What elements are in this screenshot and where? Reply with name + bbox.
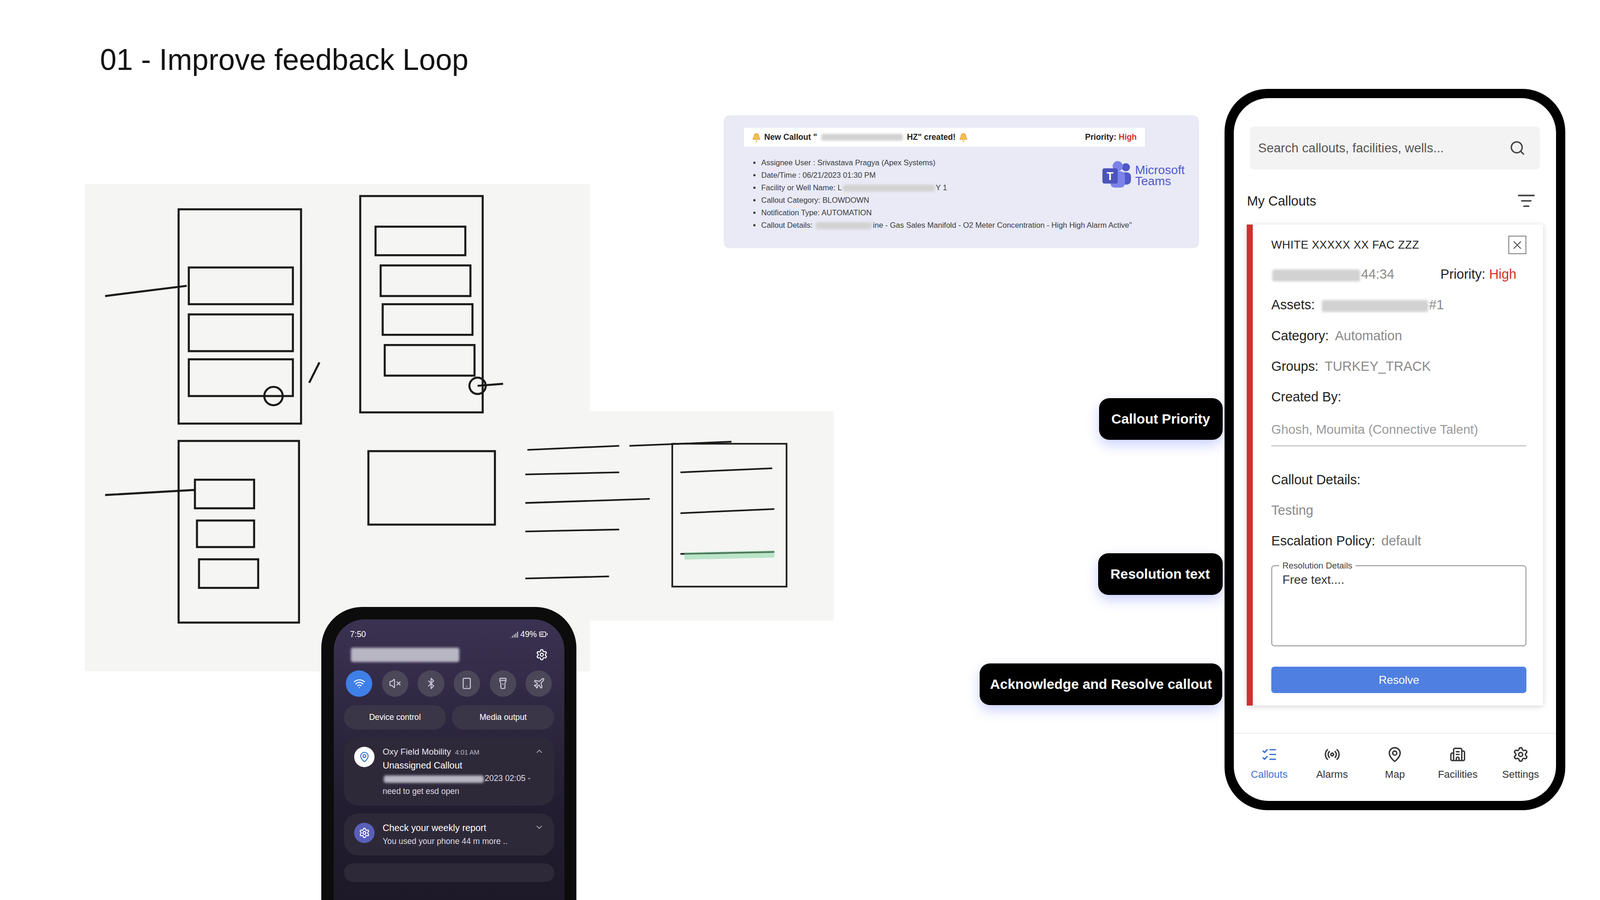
created-by-value: Ghosh, Moumita (Connective Talent) (1271, 412, 1527, 447)
redacted-text (383, 775, 484, 783)
quick-settings (343, 670, 555, 697)
redacted-text (843, 184, 935, 192)
nav-item[interactable]: Settings (1493, 746, 1548, 781)
teams-notification: New Callout "HZ" created!Priority: High A… (723, 115, 1200, 249)
toggle-icon (425, 677, 438, 690)
close-icon (1510, 238, 1525, 252)
battery-icon (538, 629, 549, 639)
toggle-icon (460, 677, 473, 690)
annotation-label: Callout Priority (1099, 398, 1223, 440)
search-icon[interactable] (1509, 139, 1526, 157)
bottom-nav: Callouts Alarms Map FacilitiesSettings (1233, 732, 1557, 801)
phone-mockup: Search callouts, facilities, wells...My … (1224, 88, 1566, 811)
redacted-text (821, 133, 903, 142)
quick-toggle[interactable] (417, 670, 444, 697)
nav-icon (1512, 746, 1529, 763)
bell-icon (751, 132, 762, 143)
chevron-down-icon[interactable] (534, 822, 544, 832)
notification-shade: 7:5049% Device controlMedia output Oxy Fie… (333, 619, 565, 900)
detail-item: Callout Details: ine - Gas Sales Manifol… (761, 219, 1179, 232)
callout-field: Callout Details: (1271, 464, 1527, 496)
quick-toggle[interactable] (381, 670, 409, 697)
callout-field: Category:Automation (1271, 320, 1527, 351)
detail-item: Facility or Well Name: LY 1 (761, 181, 947, 195)
detail-item: Notification Type: AUTOMATION (761, 206, 947, 220)
nav-item[interactable]: Alarms (1305, 746, 1359, 781)
notification-details: Callout Details: ine - Gas Sales Manifol… (743, 219, 1179, 232)
callout-details: Testing (1271, 495, 1527, 526)
slide-title: 01 - Improve feedback Loop (100, 41, 469, 79)
quick-toggle[interactable] (345, 670, 373, 697)
gear-icon[interactable] (535, 648, 548, 661)
filter-icon[interactable] (1517, 191, 1536, 211)
chevron-up-icon[interactable] (534, 746, 544, 757)
callout-field: Escalation Policy:default (1271, 525, 1527, 557)
resolve-button[interactable]: Resolve (1271, 666, 1527, 694)
notification-card[interactable] (343, 863, 555, 882)
callout-field: Groups:TURKEY_TRACK (1271, 350, 1527, 382)
search-field[interactable]: Search callouts, facilities, wells... (1250, 126, 1540, 170)
app-screen: Search callouts, facilities, wells...My … (1233, 98, 1557, 802)
notification-header: New Callout "HZ" created!Priority: High (743, 127, 1145, 148)
close-button[interactable] (1508, 235, 1527, 255)
sketch-photo (496, 411, 834, 621)
nav-icon (1449, 746, 1466, 763)
toggle-icon (496, 677, 509, 690)
microsoft-teams-logo-icon: T (1101, 161, 1132, 190)
quick-toggle[interactable] (525, 670, 552, 697)
resolution-textarea[interactable]: Resolution DetailsFree text.... (1271, 560, 1527, 647)
svg-text:T: T (1106, 169, 1114, 183)
detail-item: Callout Category: BLOWDOWN (761, 194, 947, 207)
app-icon (354, 822, 375, 844)
bell-icon (958, 132, 969, 143)
nav-icon (1324, 746, 1341, 763)
redacted-text (1272, 269, 1361, 282)
app-icon (354, 746, 375, 768)
android-phone: 7:5049% Device controlMedia output Oxy Fie… (321, 606, 577, 900)
quick-toggle[interactable] (453, 670, 481, 697)
callout-time-row: 44:34Priority: High (1271, 259, 1527, 290)
toggle-icon (532, 677, 545, 690)
notification-card[interactable]: Oxy Field Mobility4:01 AMUnassigned Call… (343, 737, 555, 806)
toggle-icon (388, 677, 401, 690)
redacted-text (350, 647, 460, 663)
nav-icon (1261, 746, 1278, 763)
notification-card[interactable]: Check your weekly reportYou used your ph… (343, 813, 555, 856)
redacted-text (1321, 300, 1428, 313)
shade-button[interactable]: Media output (451, 705, 554, 730)
annotation-label: Acknowledge and Resolve callout (979, 663, 1223, 706)
shade-button[interactable]: Device control (343, 705, 446, 730)
detail-item: Date/Time : 06/21/2023 01:30 PM (761, 169, 947, 182)
wireframe-drawing (496, 411, 834, 621)
notification-details: Assignee User : Srivastava Pragya (Apex … (743, 156, 948, 219)
teams-brand: TMicrosoftTeams (1101, 161, 1185, 190)
nav-item[interactable]: Map (1368, 746, 1422, 781)
signal-icon (510, 630, 519, 639)
callout-card: WHITE XXXXX XX FAC ZZZ 44:34Priority: Hig… (1246, 224, 1543, 706)
callout-name: WHITE XXXXX XX FAC ZZZ (1271, 238, 1419, 252)
toggle-icon (353, 677, 366, 690)
nav-item[interactable]: Callouts (1242, 746, 1296, 781)
annotation-label: Resolution text (1098, 553, 1223, 595)
redacted-text (815, 222, 872, 230)
callout-field: Created By: (1271, 381, 1527, 413)
slide: 01 - Improve feedback Loop New Callout "H… (0, 0, 1600, 900)
status-bar: 7:5049% (343, 629, 555, 640)
callout-field: Assets:#1 (1271, 289, 1527, 321)
section-header: My Callouts (1233, 169, 1557, 211)
nav-item[interactable]: Facilities (1431, 746, 1485, 781)
quick-toggle[interactable] (489, 670, 517, 697)
nav-icon (1386, 746, 1403, 763)
detail-item: Assignee User : Srivastava Pragya (Apex … (761, 156, 947, 170)
